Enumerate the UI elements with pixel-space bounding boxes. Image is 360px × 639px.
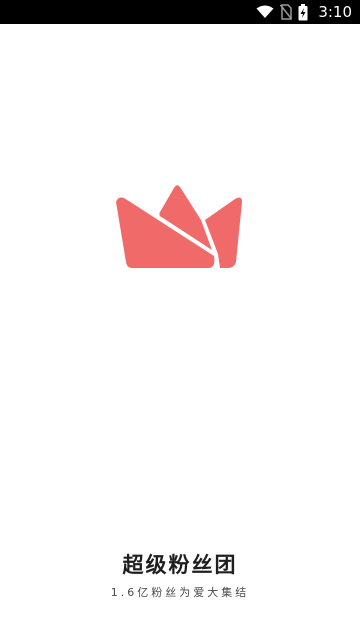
status-bar: 3:10	[0, 0, 360, 24]
crown-logo-icon	[116, 184, 246, 270]
wifi-icon	[256, 5, 274, 19]
status-icons: 3:10	[256, 0, 352, 24]
clock: 3:10	[318, 3, 352, 21]
battery-charging-icon	[298, 3, 308, 21]
app-name: 超级粉丝团	[122, 553, 238, 577]
slogan: 1.6亿粉丝为爱大集结	[110, 586, 250, 599]
no-sim-icon	[280, 4, 293, 20]
